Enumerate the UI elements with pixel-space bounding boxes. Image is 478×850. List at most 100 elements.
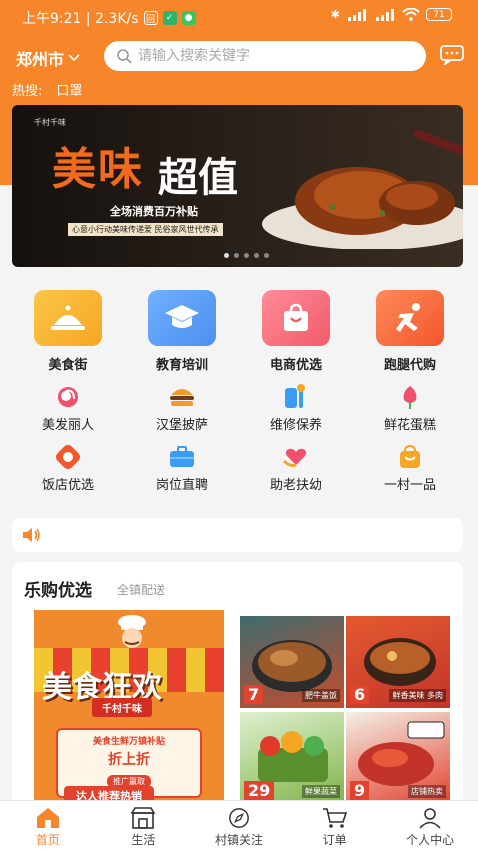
banner-pagination xyxy=(224,253,269,258)
tile-number: 9 xyxy=(350,781,370,800)
tile-label: 鲜香美味 多肉 xyxy=(389,689,446,702)
gift-bag-icon xyxy=(396,443,424,471)
category-label: 汉堡披萨 xyxy=(155,418,208,433)
heart-hands-icon xyxy=(282,443,310,471)
compass-icon xyxy=(229,808,249,828)
category-jobs[interactable]: 岗位直聘 xyxy=(134,443,230,493)
promo-card-line1: 美食生鲜万镇补贴 xyxy=(92,737,165,747)
product-tile[interactable]: 29 鲜果蔬菜 xyxy=(240,712,344,804)
section-title: 乐购优选 xyxy=(24,581,92,601)
roast-chicken-image xyxy=(262,130,463,249)
tab-label: 订单 xyxy=(322,833,347,847)
category-label: 维修保养 xyxy=(269,418,322,433)
category-label: 助老扶幼 xyxy=(269,478,322,493)
store-icon xyxy=(130,807,156,829)
signal-icon xyxy=(348,8,366,21)
tile-label: 店铺热卖 xyxy=(408,785,446,798)
tab-orders[interactable]: 订单 xyxy=(287,801,383,850)
product-tile[interactable]: 7 肥牛盖饭 xyxy=(240,616,344,708)
featured-section: 乐购优选 全镇配送 美食狂欢 千村千味 美食生鲜万镇补贴 折上折 推广赢取 达人… xyxy=(12,562,463,812)
hot-search-label: 热搜: xyxy=(12,84,43,99)
banner-dot[interactable] xyxy=(264,253,269,258)
wechat-icon: ● xyxy=(181,11,196,25)
promo-poster[interactable]: 美食狂欢 千村千味 美食生鲜万镇补贴 折上折 推广赢取 达人推荐热销 xyxy=(34,610,224,812)
security-app-icon: ✓ xyxy=(162,11,177,25)
restaurant-badge-icon xyxy=(54,443,82,471)
city-name: 郑州市 xyxy=(16,50,65,69)
home-icon xyxy=(36,808,59,828)
status-bar: 上午9:21 | 2.3K/s 回 ✓ ● ✱ 71 xyxy=(0,0,478,34)
cart-icon xyxy=(322,808,347,828)
banner-brand: 千村千味 xyxy=(34,118,66,127)
category-label: 饭店优选 xyxy=(41,478,94,493)
repair-tools-icon xyxy=(282,383,310,411)
category-flower-cake[interactable]: 鲜花蛋糕 xyxy=(362,383,458,433)
tile-number: 7 xyxy=(244,685,264,704)
status-time: 上午9:21 | 2.3K/s xyxy=(22,11,139,27)
search-icon xyxy=(117,49,132,64)
product-tile[interactable]: 9 店铺热卖 xyxy=(346,712,450,804)
banner-title-sub: 超值 xyxy=(158,154,238,201)
tile-number: 29 xyxy=(244,781,275,800)
category-restaurant[interactable]: 饭店优选 xyxy=(20,443,116,493)
product-tile[interactable]: 6 鲜香美味 多肉 xyxy=(346,616,450,708)
category-hair-salon[interactable]: 美发丽人 xyxy=(20,383,116,433)
category-label: 美食街 xyxy=(48,358,88,373)
category-ecommerce[interactable]: 电商优选 xyxy=(248,290,344,373)
tab-label: 个人中心 xyxy=(406,833,455,847)
briefcase-icon xyxy=(168,443,196,471)
hot-search-item[interactable]: 口罩 xyxy=(56,80,82,99)
category-food-street[interactable]: 美食街 xyxy=(20,290,116,373)
category-burger-pizza[interactable]: 汉堡披萨 xyxy=(134,383,230,433)
category-label: 一村一品 xyxy=(383,478,436,493)
category-label: 美发丽人 xyxy=(41,418,94,433)
search-input[interactable] xyxy=(138,48,398,64)
hot-search: 热搜: 口罩 xyxy=(12,80,82,99)
graduation-cap-icon xyxy=(148,290,216,346)
sim-icon: 回 xyxy=(143,11,158,25)
tab-life[interactable]: 生活 xyxy=(96,801,192,850)
category-education[interactable]: 教育培训 xyxy=(134,290,230,373)
app-page: 上午9:21 | 2.3K/s 回 ✓ ● ✱ 71 郑州市 热搜: 口罩 xyxy=(0,0,478,850)
promo-banner[interactable]: 千村千味 美味 超值 全场消费百万补贴 心意小行动美味传递爱 民俗家风世代传承 xyxy=(12,105,463,267)
tile-number: 6 xyxy=(350,685,370,704)
category-grid: 美食街 教育培训 电商优选 跑腿代购 美发丽人 汉堡披萨 维修保养 鲜花蛋糕 饭… xyxy=(10,290,468,493)
tab-label: 生活 xyxy=(131,833,156,847)
message-icon[interactable] xyxy=(440,45,464,65)
tab-label: 首页 xyxy=(35,833,60,847)
tile-label: 鲜果蔬菜 xyxy=(302,785,340,798)
tab-label: 村镇关注 xyxy=(214,833,263,847)
chevron-down-icon xyxy=(68,54,80,62)
promo-card-line2: 折上折 xyxy=(108,752,150,768)
flower-icon xyxy=(396,383,424,411)
announcement-bar[interactable] xyxy=(12,518,463,552)
tile-label: 肥牛盖饭 xyxy=(302,689,340,702)
category-repair[interactable]: 维修保养 xyxy=(248,383,344,433)
banner-title-main: 美味 xyxy=(52,144,144,195)
signal-icon-2 xyxy=(376,8,394,21)
user-icon xyxy=(419,808,441,829)
banner-dot[interactable] xyxy=(234,253,239,258)
banner-dot[interactable] xyxy=(224,253,229,258)
category-errand[interactable]: 跑腿代购 xyxy=(362,290,458,373)
search-bar[interactable] xyxy=(104,41,426,71)
banner-line2: 心意小行动美味传递爱 民俗家风世代传承 xyxy=(68,223,223,236)
tab-home[interactable]: 首页 xyxy=(0,801,96,850)
banner-dot[interactable] xyxy=(244,253,249,258)
food-cloche-icon xyxy=(34,290,102,346)
top-header: 郑州市 xyxy=(0,38,478,74)
burger-icon xyxy=(168,383,196,411)
tab-profile[interactable]: 个人中心 xyxy=(382,801,478,850)
banner-dot[interactable] xyxy=(254,253,259,258)
bluetooth-icon: ✱ xyxy=(330,8,340,21)
runner-icon xyxy=(376,290,444,346)
tab-village-follow[interactable]: 村镇关注 xyxy=(191,801,287,850)
promo-ribbon: 千村千味 xyxy=(92,698,152,717)
city-selector[interactable]: 郑州市 xyxy=(16,46,80,70)
category-elder-child-care[interactable]: 助老扶幼 xyxy=(248,443,344,493)
shopping-bag-icon xyxy=(262,290,330,346)
bottom-tab-bar: 首页 生活 村镇关注 订单 个人中心 xyxy=(0,800,478,850)
category-label: 岗位直聘 xyxy=(155,478,208,493)
category-village-product[interactable]: 一村一品 xyxy=(362,443,458,493)
banner-line1: 全场消费百万补贴 xyxy=(110,205,198,218)
